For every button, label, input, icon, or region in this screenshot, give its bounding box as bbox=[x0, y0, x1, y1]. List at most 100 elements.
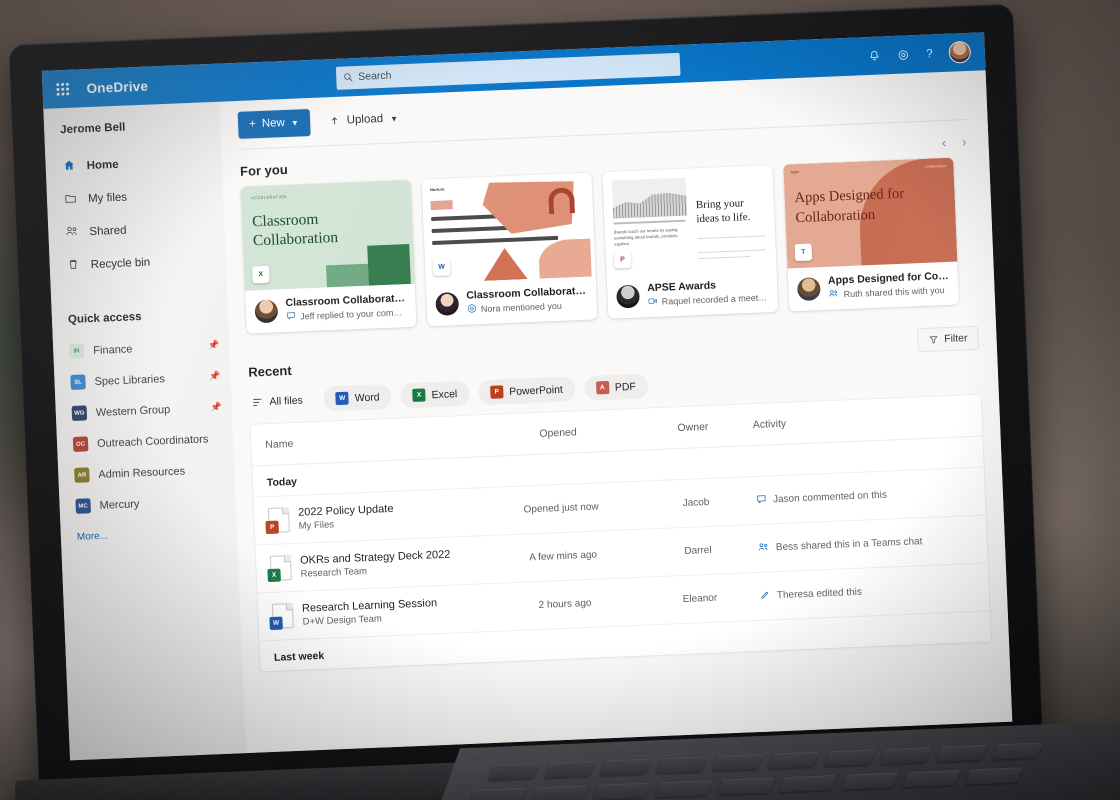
card-meta: APSE Awards Raquel recorded a meeting bbox=[647, 277, 769, 308]
teams-badge: T bbox=[794, 243, 813, 262]
mention-icon bbox=[467, 303, 477, 315]
home-icon bbox=[61, 158, 77, 175]
thumb-headline: Bring your ideas to life. bbox=[695, 197, 751, 226]
upload-button[interactable]: Upload ▼ bbox=[319, 104, 407, 135]
people-icon bbox=[64, 224, 80, 241]
recent-files-table: Name Opened Owner Activity Today P 2022 … bbox=[250, 394, 991, 672]
for-you-title: For you bbox=[239, 161, 289, 179]
thumb-kicker: ACCELERATION bbox=[251, 193, 287, 201]
pin-icon[interactable]: 📌 bbox=[208, 340, 220, 351]
quick-access-label: Western Group bbox=[95, 403, 171, 419]
gear-icon[interactable] bbox=[897, 48, 911, 62]
folder-icon bbox=[63, 191, 79, 208]
pdf-icon: A bbox=[595, 380, 610, 395]
site-icon: MC bbox=[75, 498, 91, 514]
thumb-kicker: Apps bbox=[790, 169, 799, 175]
file-owner: Eleanor bbox=[682, 592, 718, 606]
card-thumbnail: Nurture W bbox=[421, 172, 596, 284]
quick-access-item-mercury[interactable]: MC Mercury bbox=[59, 484, 236, 522]
file-text: 2022 Policy Update My Files bbox=[298, 503, 394, 532]
quick-access-label: Spec Libraries bbox=[94, 372, 166, 388]
new-button[interactable]: + New ▼ bbox=[237, 108, 311, 139]
file-opened: Opened just now bbox=[523, 501, 599, 516]
for-you-card[interactable]: Brands touch our hearts by saying someth… bbox=[602, 165, 779, 319]
filter-pill-powerpoint[interactable]: P PowerPoint bbox=[477, 376, 576, 406]
excel-icon: X bbox=[412, 388, 426, 402]
site-icon: AR bbox=[74, 467, 90, 483]
file-text: OKRs and Strategy Deck 2022 Research Tea… bbox=[300, 549, 451, 580]
sidebar-item-label: My files bbox=[87, 191, 128, 205]
site-icon: OC bbox=[72, 436, 89, 452]
chevron-down-icon: ▼ bbox=[290, 117, 299, 128]
powerpoint-icon: P bbox=[489, 385, 504, 399]
column-header-opened[interactable]: Opened bbox=[483, 423, 633, 441]
search-input[interactable]: Search bbox=[335, 52, 681, 90]
brand-title: OneDrive bbox=[86, 78, 149, 96]
column-header-owner[interactable]: Owner bbox=[633, 419, 753, 436]
quick-access-label: Admin Resources bbox=[98, 464, 186, 481]
quick-access-more-link[interactable]: More... bbox=[61, 525, 237, 543]
sidebar-item-label: Shared bbox=[89, 224, 127, 238]
excel-badge: X bbox=[251, 265, 270, 284]
chevron-right-icon[interactable]: › bbox=[962, 134, 967, 149]
share-people-icon bbox=[758, 541, 771, 555]
sidebar-item-label: Recycle bin bbox=[90, 256, 151, 271]
suite-actions: ? bbox=[868, 40, 985, 67]
site-icon: SL bbox=[70, 374, 86, 390]
chevron-left-icon[interactable]: ‹ bbox=[941, 135, 946, 150]
filter-pill-pdf[interactable]: A PDF bbox=[583, 373, 649, 401]
card-footer: APSE Awards Raquel recorded a meeting bbox=[607, 269, 779, 319]
filter-button[interactable]: Filter bbox=[916, 325, 980, 353]
site-icon: Fi bbox=[69, 343, 85, 360]
card-thumbnail: ACCELERATION Classroom Collaboration X bbox=[240, 179, 415, 291]
filter-button-label: Filter bbox=[943, 332, 968, 346]
file-cell: W Research Learning Session D+W Design T… bbox=[269, 595, 491, 631]
card-meta: Classroom Collaboration Jeff replied to … bbox=[285, 292, 407, 323]
column-header-name[interactable]: Name bbox=[265, 430, 483, 450]
pencil-icon bbox=[760, 589, 772, 603]
filter-pill-label: All files bbox=[269, 393, 304, 408]
card-activity-text: Nora mentioned you bbox=[480, 300, 563, 315]
thumb-swatch bbox=[430, 200, 453, 211]
thumb-headline: Apps Designed for Collaboration bbox=[794, 185, 905, 227]
share-people-icon bbox=[828, 288, 839, 300]
card-thumbnail: Brands touch our hearts by saying someth… bbox=[602, 165, 777, 276]
user-avatar[interactable] bbox=[948, 40, 972, 64]
pin-icon[interactable]: 📌 bbox=[210, 402, 222, 413]
site-icon: WG bbox=[71, 405, 88, 421]
card-activity-text: Ruth shared this with you bbox=[843, 285, 945, 300]
avatar bbox=[796, 276, 821, 301]
trash-icon bbox=[65, 257, 81, 274]
column-header-activity[interactable]: Activity bbox=[753, 410, 968, 430]
laptop-screen: OneDrive Search ? Jerome Bell Home My fi… bbox=[41, 32, 1013, 761]
card-footer: Apps Designed for Collab... Ruth shared … bbox=[788, 262, 960, 312]
filter-icon bbox=[929, 336, 937, 344]
thumb-divider bbox=[697, 235, 766, 240]
app-launcher-icon[interactable] bbox=[42, 81, 83, 97]
quick-access-label: Finance bbox=[93, 342, 133, 357]
thumb-bar bbox=[325, 263, 369, 288]
powerpoint-badge: P bbox=[613, 250, 632, 269]
filter-pill-label: PowerPoint bbox=[508, 383, 564, 398]
recent-title: Recent bbox=[248, 362, 292, 380]
quick-access-label: Mercury bbox=[99, 497, 140, 512]
help-icon[interactable]: ? bbox=[926, 46, 933, 60]
for-you-cards: ACCELERATION Classroom Collaboration X C… bbox=[223, 156, 995, 334]
for-you-card[interactable]: Apps Collaboration Apps Designed for Col… bbox=[783, 157, 960, 312]
filter-pill-excel[interactable]: X Excel bbox=[400, 380, 470, 409]
card-activity: Ruth shared this with you bbox=[828, 284, 949, 301]
for-you-card[interactable]: Nurture W Classroom Collaboration Nora m… bbox=[421, 172, 598, 327]
thumb-text-line bbox=[432, 235, 559, 246]
word-badge: W bbox=[432, 258, 451, 277]
card-footer: Classroom Collaboration Jeff replied to … bbox=[245, 284, 417, 334]
bell-icon[interactable] bbox=[868, 49, 882, 63]
card-activity: Jeff replied to your comment bbox=[286, 306, 407, 323]
filter-pill-word[interactable]: W Word bbox=[323, 383, 393, 412]
file-location: My Files bbox=[298, 519, 335, 532]
main-content: + New ▼ Upload ▼ For you ‹ › ACCELERATIO… bbox=[219, 70, 1013, 754]
avatar bbox=[616, 284, 640, 309]
filter-pill-all-files[interactable]: All files bbox=[249, 387, 315, 415]
search-placeholder: Search bbox=[358, 69, 392, 83]
for-you-card[interactable]: ACCELERATION Classroom Collaboration X C… bbox=[240, 179, 417, 334]
pin-icon[interactable]: 📌 bbox=[209, 371, 221, 382]
